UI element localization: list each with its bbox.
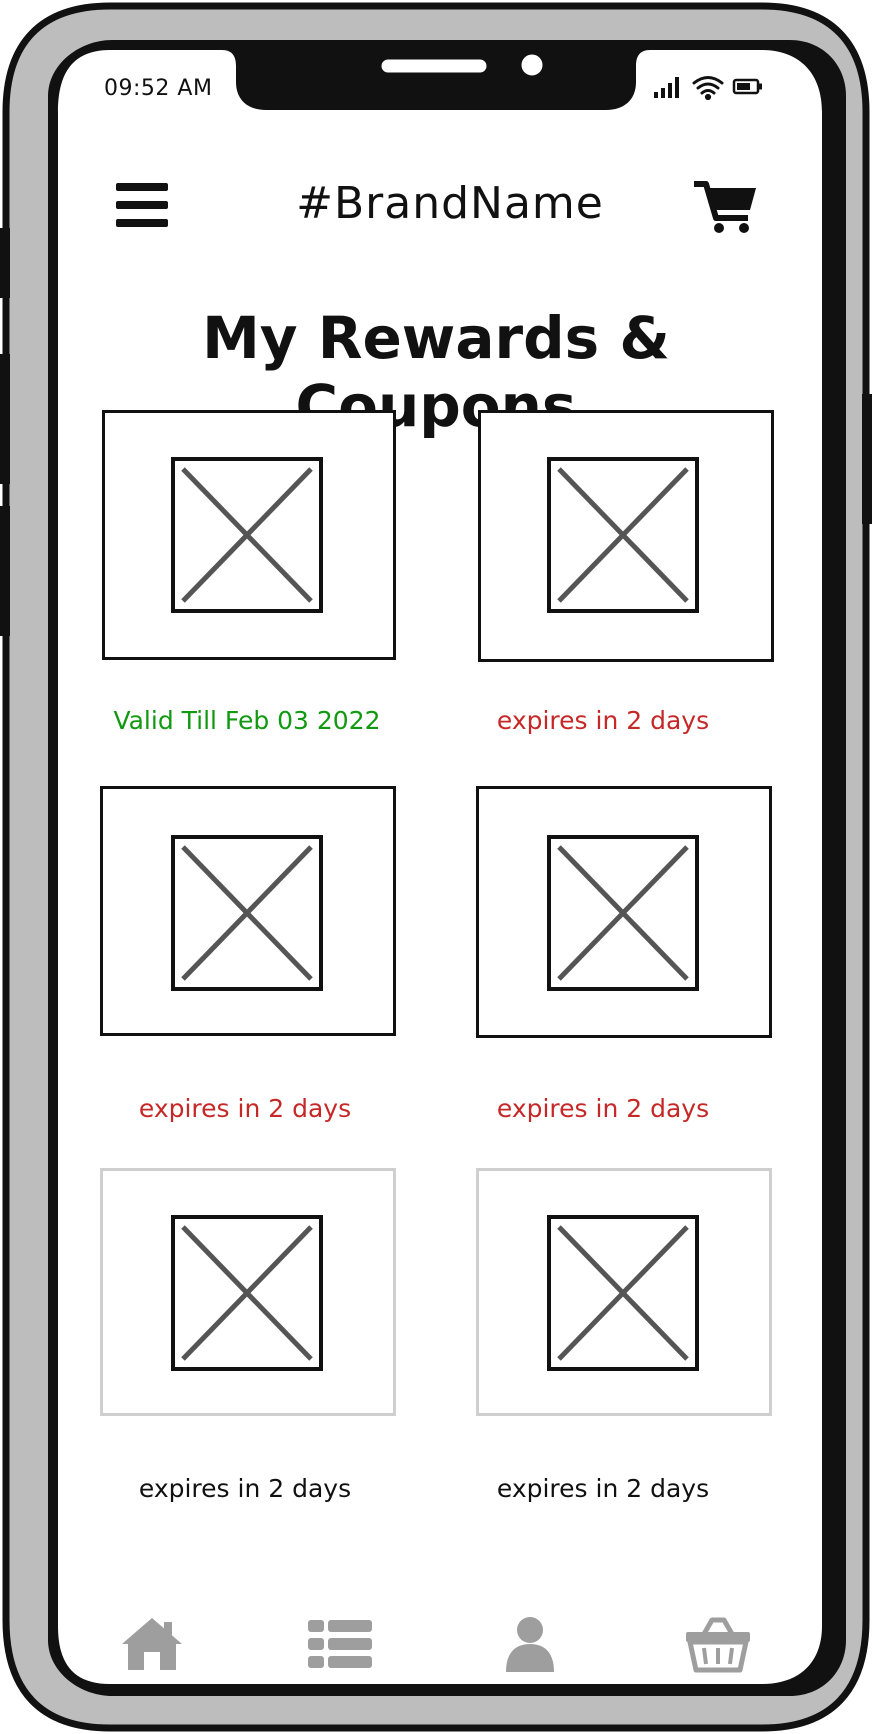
signal-bars-icon [654,77,679,98]
status-time: 09:52 AM [104,76,213,101]
coupon-caption: expires in 2 days [496,1094,710,1123]
nav-basket-button[interactable] [682,1614,754,1682]
battery-icon [732,78,762,95]
coupon-caption: expires in 2 days [138,1094,352,1123]
coupon-card-1[interactable] [102,410,396,660]
hamburger-menu-icon [116,183,168,227]
coupon-card-3[interactable] [100,786,396,1036]
coupon-card-4[interactable] [476,786,772,1038]
image-placeholder-icon [547,835,699,991]
coupon-card-6[interactable] [476,1168,772,1416]
nav-home-button[interactable] [118,1614,186,1682]
brand-name[interactable]: #BrandName [250,178,650,229]
nav-profile-button[interactable] [496,1614,564,1682]
shopping-cart-icon [694,181,756,233]
user-icon [506,1617,554,1672]
basket-icon [686,1617,750,1673]
image-placeholder-icon [171,457,323,613]
coupon-caption: expires in 2 days [496,706,710,735]
coupon-caption: Valid Till Feb 03 2022 [113,706,381,735]
coupon-caption: expires in 2 days [138,1474,352,1503]
image-placeholder-icon [171,835,323,991]
wifi-icon [692,76,724,101]
status-icons [652,72,766,101]
phone-mockup: 09:52 AM #BrandName My Rewards & Coupons… [0,0,872,1734]
menu-button[interactable] [112,178,172,232]
coupon-caption: expires in 2 days [496,1474,710,1503]
coupon-card-2[interactable] [478,410,774,662]
coupon-card-5[interactable] [100,1168,396,1416]
nav-list-button[interactable] [306,1614,374,1682]
image-placeholder-icon [171,1215,323,1371]
cart-button[interactable] [692,178,758,236]
image-placeholder-icon [547,457,699,613]
image-placeholder-icon [547,1215,699,1371]
home-icon [122,1618,182,1670]
list-icon [308,1620,372,1668]
